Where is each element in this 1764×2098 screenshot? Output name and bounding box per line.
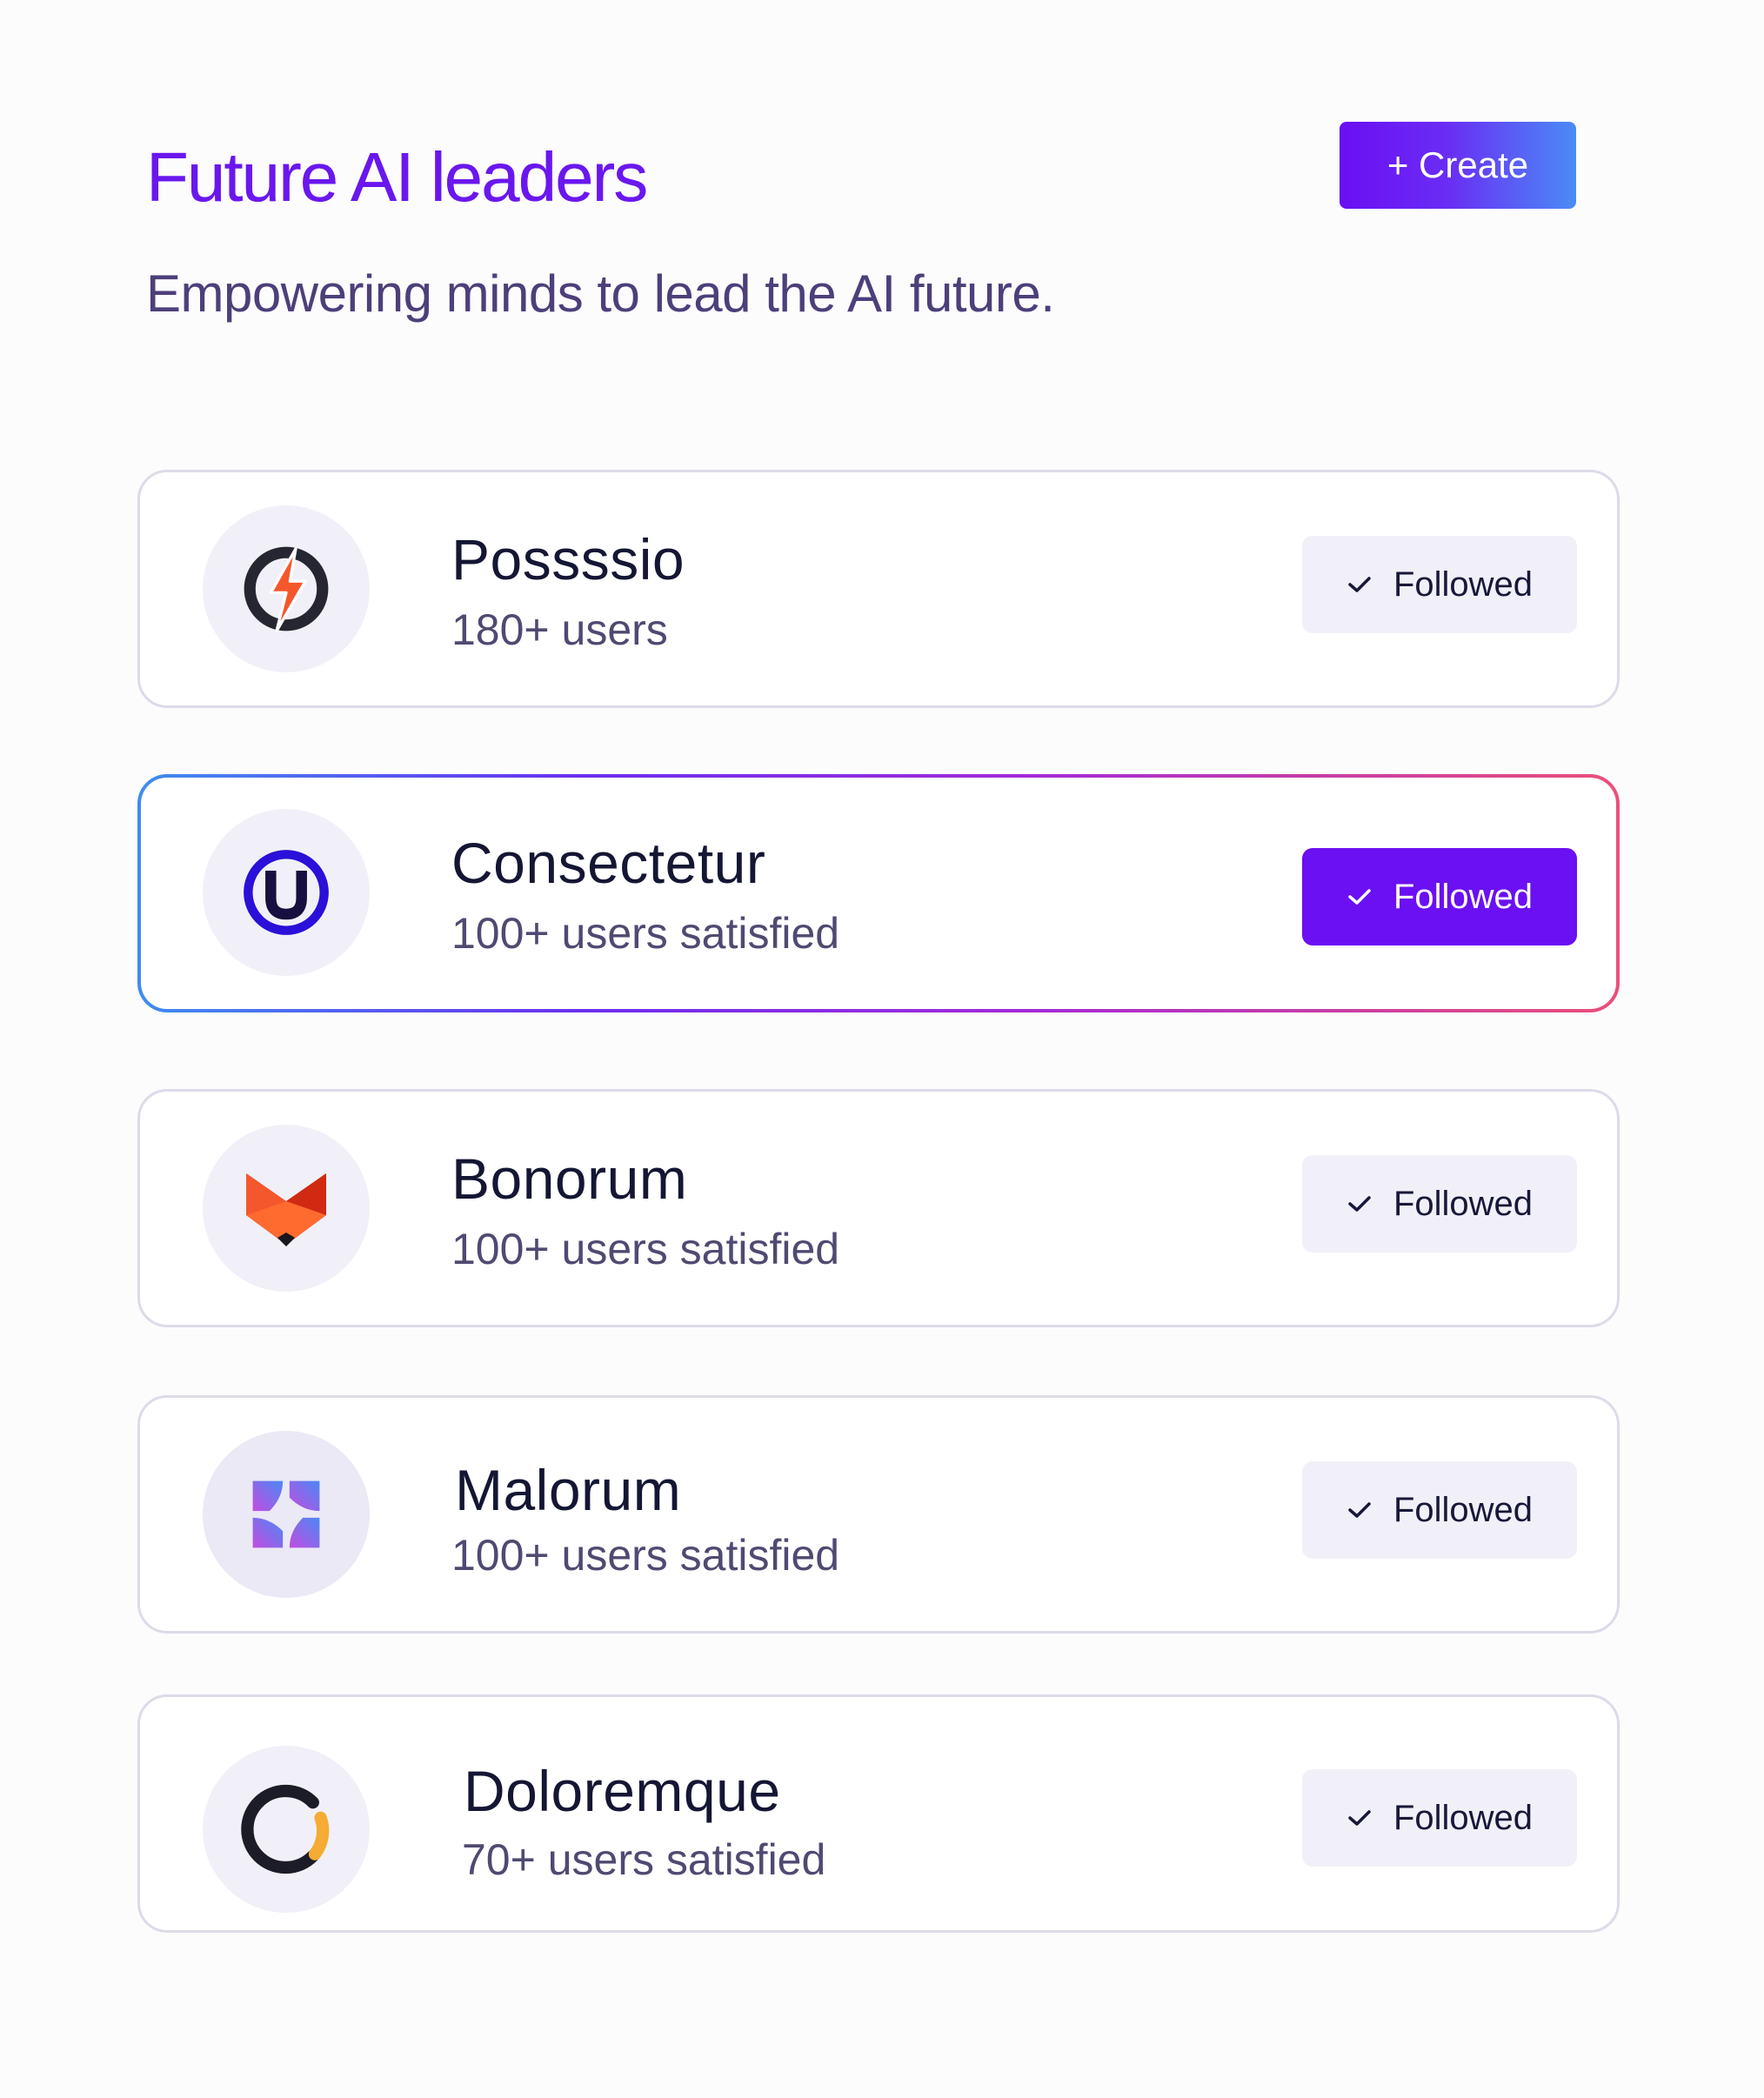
avatar [203,809,370,976]
lightning-ring-icon [244,546,329,633]
followed-button[interactable]: Followed [1302,536,1577,633]
leader-card-doloremque[interactable]: Doloremque 70+ users satisfied Followed [137,1694,1620,1933]
leader-users: 100+ users satisfied [451,909,840,958]
leader-name: Doloremque [464,1759,781,1823]
check-icon [1346,884,1373,910]
followed-label: Followed [1393,1490,1533,1529]
page-subtitle: Empowering minds to lead the AI future. [146,264,1055,323]
followed-label: Followed [1393,565,1533,604]
create-button[interactable]: + Create [1340,122,1576,209]
avatar [203,505,370,672]
leader-users: 70+ users satisfied [462,1835,826,1884]
leader-name: Consectetur [451,831,766,895]
ring-arc-icon [241,1784,330,1874]
followed-label: Followed [1393,1184,1533,1223]
page: Future AI leaders + Create Empowering mi… [0,0,1764,2098]
leader-card-bonorum[interactable]: Bonorum 100+ users satisfied Followed [137,1089,1620,1327]
leader-card-malorum[interactable]: Malorum 100+ users satisfied Followed [137,1395,1620,1634]
followed-button[interactable]: Followed [1302,1461,1577,1559]
avatar [203,1125,370,1292]
u-ring-icon [244,850,329,935]
pinwheel-icon [252,1480,320,1548]
followed-button[interactable]: Followed [1302,848,1577,945]
avatar [203,1431,370,1598]
leader-name: Possssio [451,527,685,591]
leader-card-possssio[interactable]: Possssio 180+ users Followed [137,470,1620,708]
check-icon [1346,1805,1373,1831]
leader-users: 180+ users [451,605,668,654]
leader-name: Malorum [455,1458,682,1522]
followed-label: Followed [1393,1798,1533,1837]
check-icon [1346,1191,1373,1217]
fox-icon [246,1173,326,1246]
leader-users: 100+ users satisfied [451,1531,840,1580]
followed-label: Followed [1393,877,1533,916]
check-icon [1346,1497,1373,1523]
page-title: Future AI leaders [146,136,648,219]
avatar [203,1746,370,1913]
leader-name: Bonorum [451,1146,688,1211]
check-icon [1346,571,1373,598]
followed-button[interactable]: Followed [1302,1155,1577,1253]
leader-card-consectetur[interactable]: Consectetur 100+ users satisfied Followe… [137,774,1620,1012]
followed-button[interactable]: Followed [1302,1769,1577,1867]
leader-users: 100+ users satisfied [451,1225,840,1273]
